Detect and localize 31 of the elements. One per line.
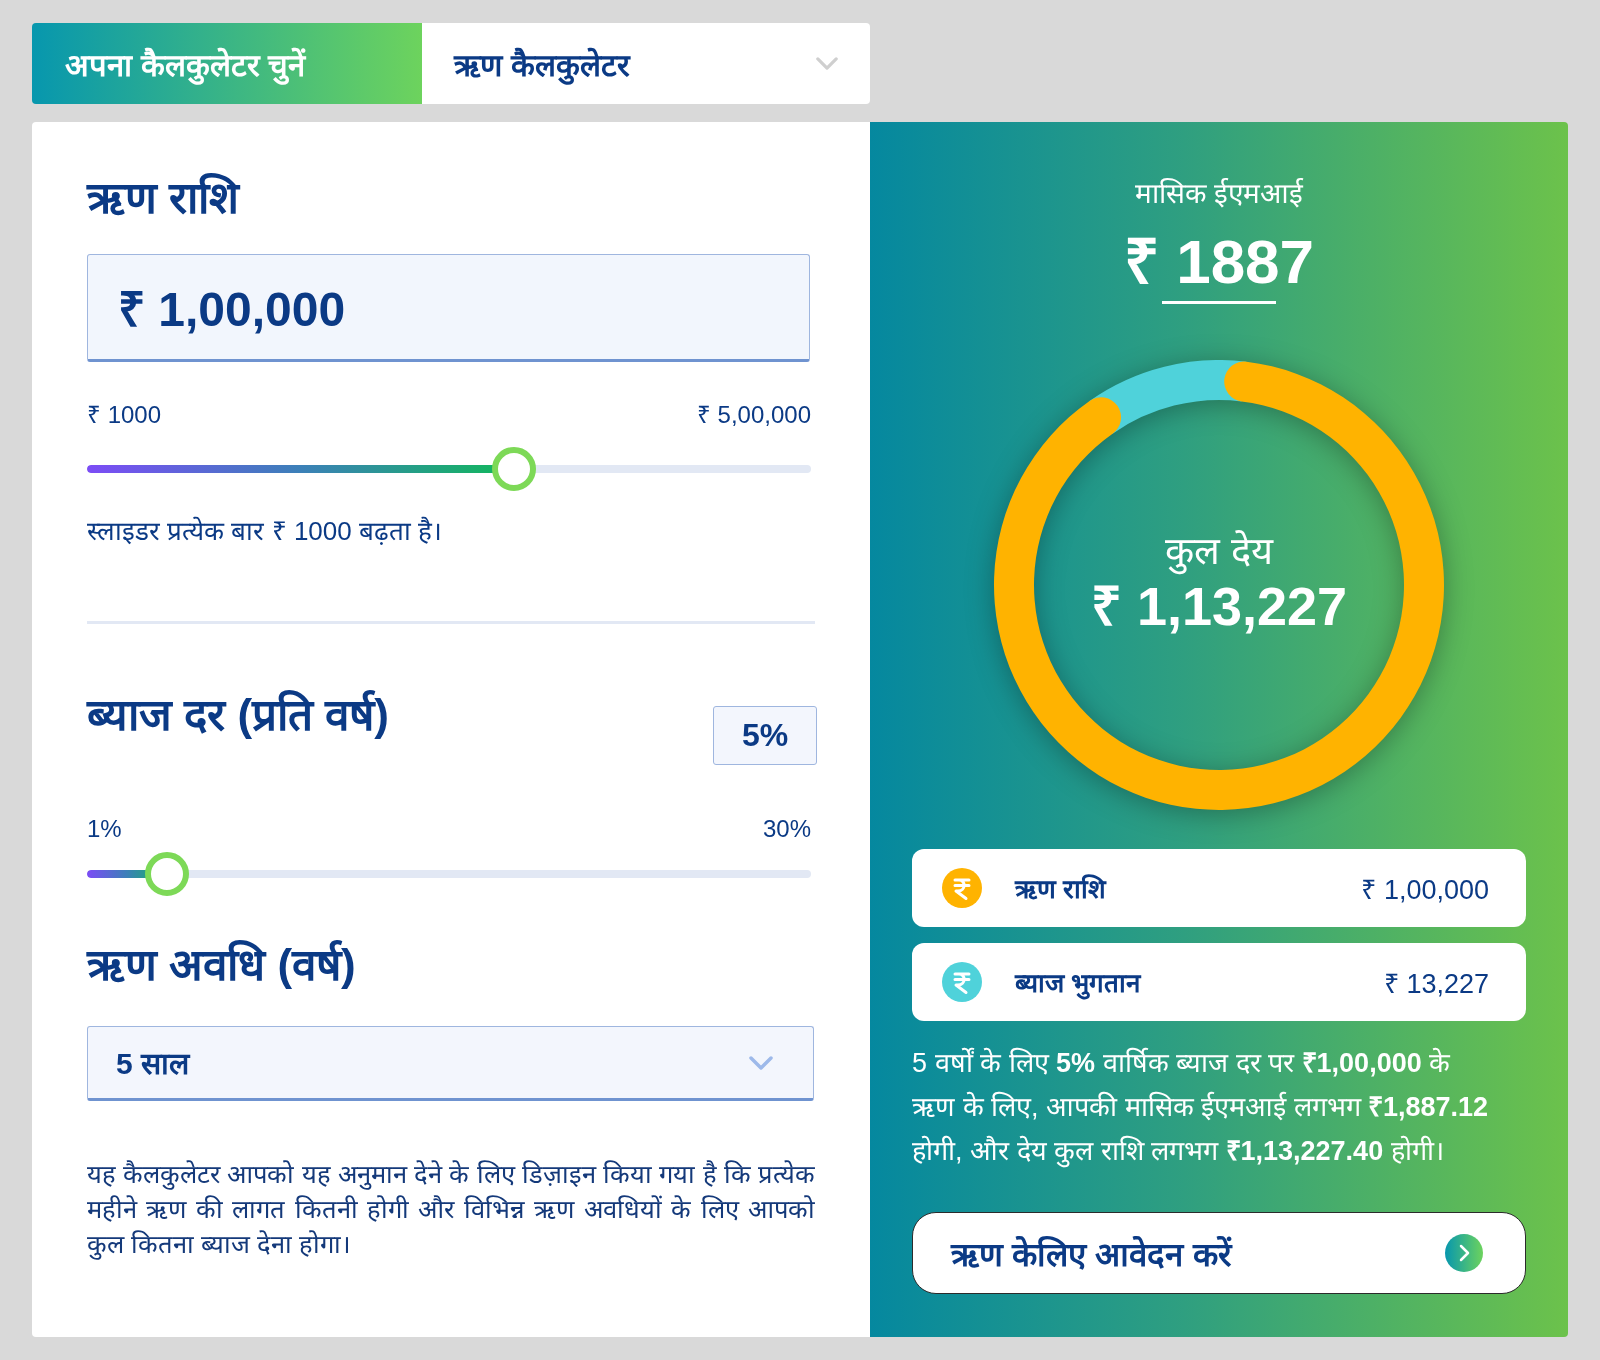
slider-min-label: 1% — [87, 814, 122, 844]
chevron-right-icon — [1445, 1234, 1483, 1272]
calculator-picker-label: अपना कैलकुलेटर चुनें — [32, 23, 422, 104]
tenure-dropdown[interactable]: 5 साल — [87, 1026, 814, 1101]
breakdown-label: ऋण राशि — [1015, 873, 1107, 906]
breakdown-value: ₹ 13,227 — [1383, 967, 1489, 1001]
section-heading: ऋण अवधि (वर्ष) — [87, 939, 357, 991]
chevron-down-icon — [749, 1055, 773, 1070]
apply-button[interactable]: ऋण केलिए आवेदन करें — [912, 1212, 1526, 1294]
slider-thumb[interactable] — [144, 852, 189, 896]
rate-value-field[interactable]: 5% — [713, 706, 817, 765]
description-text: यह कैलकुलेटर आपको यह अनुमान देने के लिए डिज़ाइन किया गया है कि प्रत्येक महीने ऋण की लागत कितनी होगी और विभिन्न ऋण अवधियों के लिए आपको कुल कितना ब्याज देना होगा। — [87, 1159, 815, 1262]
breakdown-value: ₹ 1,00,000 — [1361, 873, 1489, 907]
summary-text: 5 वर्षों के लिए 5% वार्षिक ब्याज दर पर ₹1,00,000 के ऋण के लिए, आपकी मासिक ईएमआई लगभग ₹1,887.12 होगी, और देय कुल राशि लगभग ₹1,13,227.40 होगी। — [912, 1046, 1490, 1170]
slider-min-label: ₹ 1000 — [87, 400, 162, 430]
slider-track[interactable] — [87, 870, 811, 878]
slider-track[interactable] — [87, 465, 811, 473]
emi-label: मासिक ईएमआई — [1134, 177, 1304, 211]
chevron-down-icon — [816, 57, 838, 70]
total-due-value: ₹ 1,13,227 — [1090, 575, 1348, 637]
section-heading: ब्याज दर (प्रति वर्ष) — [87, 689, 389, 741]
slider-max-label: ₹ 5,00,000 — [696, 400, 811, 430]
amount-input[interactable]: ₹ 1,00,000 — [87, 254, 810, 362]
calculator-dropdown[interactable]: ऋण कैलकुलेटर — [422, 23, 870, 104]
slider-max-label: 30% — [762, 814, 811, 844]
slider-thumb[interactable] — [492, 447, 537, 491]
breakdown-label: ब्याज भुगतान — [1015, 967, 1141, 1000]
section-heading: ऋण राशि — [87, 172, 242, 224]
total-due-label: कुल देय — [1165, 527, 1273, 575]
slider-note: स्लाइडर प्रत्येक बार ₹ 1000 बढ़ता है। — [87, 515, 444, 548]
emi-value: ₹ 1887 — [1123, 227, 1315, 297]
